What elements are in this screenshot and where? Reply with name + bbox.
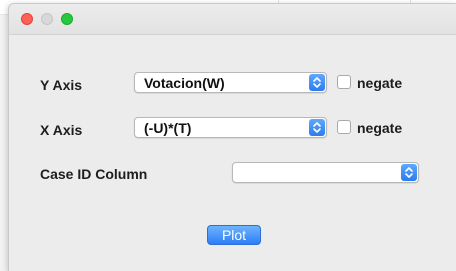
x-axis-negate-label: negate (357, 120, 403, 136)
chevron-updown-icon (309, 119, 325, 136)
plot-button[interactable]: Plot (207, 225, 261, 245)
plot-dialog-window: Y Axis Votacion(W) negate X Axis (-U)*(T… (8, 3, 456, 271)
chevron-updown-icon (401, 164, 417, 181)
y-axis-negate-label: negate (357, 75, 403, 91)
zoom-icon[interactable] (61, 13, 73, 25)
x-axis-label: X Axis (40, 122, 83, 138)
y-axis-select[interactable]: Votacion(W) (134, 72, 327, 93)
x-axis-negate-checkbox[interactable] (337, 120, 351, 134)
close-icon[interactable] (21, 13, 33, 25)
case-id-column-select[interactable] (232, 162, 419, 183)
y-axis-label: Y Axis (40, 77, 83, 93)
x-axis-select-value: (-U)*(T) (144, 120, 192, 136)
y-axis-negate-checkbox[interactable] (337, 75, 351, 89)
y-axis-select-value: Votacion(W) (144, 75, 225, 91)
minimize-icon (41, 13, 53, 25)
chevron-updown-icon (309, 74, 325, 91)
title-bar[interactable] (9, 4, 456, 35)
x-axis-select[interactable]: (-U)*(T) (134, 117, 327, 138)
case-id-column-label: Case ID Column (40, 166, 148, 182)
